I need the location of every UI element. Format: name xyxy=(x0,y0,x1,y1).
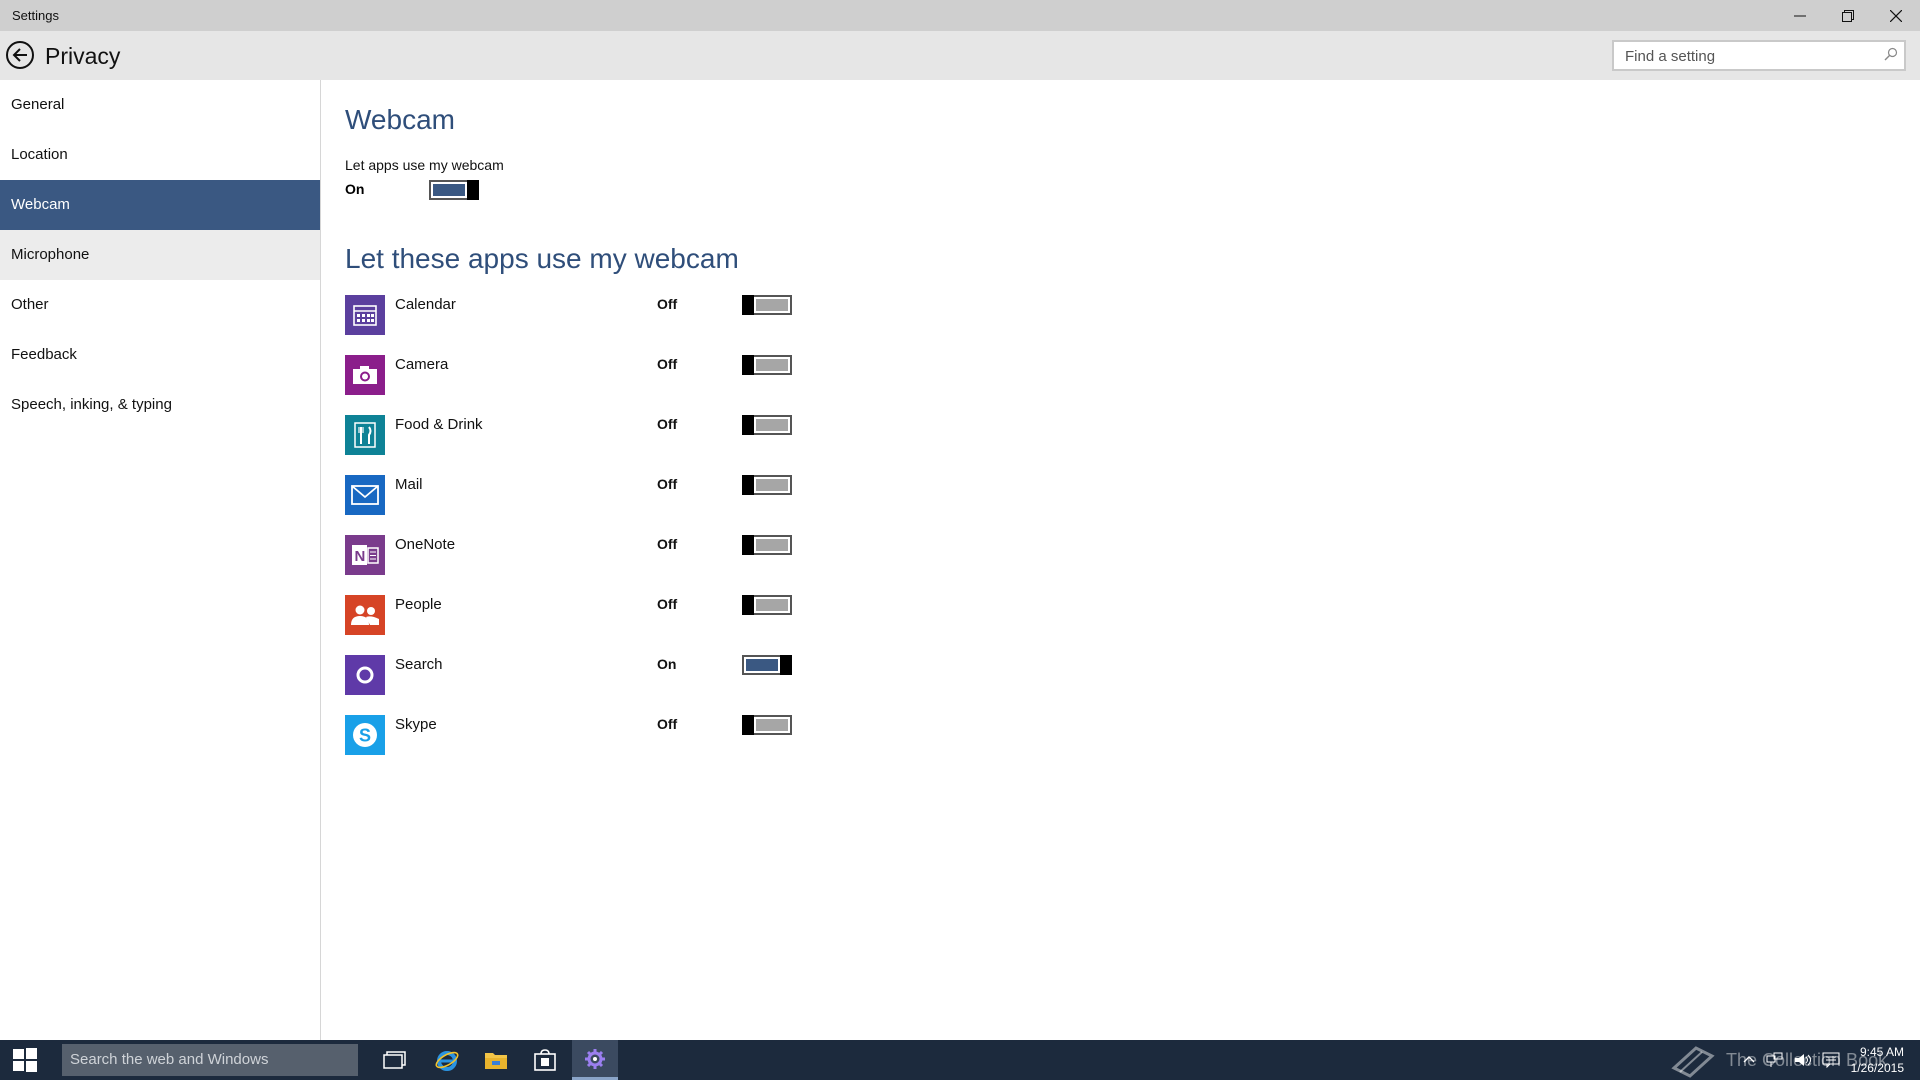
app-name: Calendar xyxy=(395,296,456,313)
svg-text:N: N xyxy=(355,548,366,565)
master-webcam-toggle[interactable] xyxy=(429,180,479,200)
app-name: Camera xyxy=(395,356,449,373)
minimize-button[interactable] xyxy=(1776,0,1824,31)
app-row-skype: S Skype Off xyxy=(345,715,805,759)
onenote-icon: N xyxy=(345,535,385,575)
skype-icon: S xyxy=(345,715,385,755)
master-toggle-label: Let apps use my webcam xyxy=(345,157,504,173)
app-row-search: Search On xyxy=(345,655,805,699)
start-button[interactable] xyxy=(0,1040,50,1080)
app-state: Off xyxy=(657,476,678,492)
settings-taskbar-button[interactable] xyxy=(572,1040,618,1080)
app-state: Off xyxy=(657,716,678,732)
app-row-camera: Camera Off xyxy=(345,355,805,399)
taskbar: Search the web and Windows 9:45 AM 1/26/… xyxy=(0,1040,1920,1080)
app-state: Off xyxy=(657,416,678,432)
book-logo-icon xyxy=(1671,1046,1715,1078)
file-explorer-button[interactable] xyxy=(473,1040,519,1080)
windows-logo-icon xyxy=(13,1048,37,1072)
minimize-icon xyxy=(1794,15,1806,16)
skype-toggle[interactable] xyxy=(742,715,792,735)
sidebar-item-speech-inking-typing[interactable]: Speech, inking, & typing xyxy=(0,380,320,430)
internet-explorer-icon xyxy=(435,1051,459,1071)
food-drink-toggle[interactable] xyxy=(742,415,792,435)
food-drink-icon xyxy=(345,415,385,455)
app-state: Off xyxy=(657,596,678,612)
app-row-calendar: Calendar Off xyxy=(345,295,805,339)
section-heading-webcam: Webcam xyxy=(345,104,455,135)
restore-button[interactable] xyxy=(1824,0,1872,31)
store-button[interactable] xyxy=(522,1040,568,1080)
task-view-icon xyxy=(383,1051,406,1069)
header: Privacy xyxy=(0,31,1920,80)
sidebar-item-other[interactable]: Other xyxy=(0,280,320,330)
svg-text:S: S xyxy=(359,726,371,746)
onenote-toggle[interactable] xyxy=(742,535,792,555)
folder-icon xyxy=(485,1053,507,1069)
camera-toggle[interactable] xyxy=(742,355,792,375)
master-toggle-state: On xyxy=(345,181,365,197)
app-name: Search xyxy=(395,656,443,673)
search-toggle[interactable] xyxy=(742,655,792,675)
app-name: Mail xyxy=(395,476,423,493)
app-state: On xyxy=(657,656,677,672)
camera-icon xyxy=(345,355,385,395)
sidebar-item-location[interactable]: Location xyxy=(0,130,320,180)
app-row-people: People Off xyxy=(345,595,805,639)
cortana-icon xyxy=(345,655,385,695)
app-name: People xyxy=(395,596,442,613)
page-title: Privacy xyxy=(45,43,121,69)
store-icon xyxy=(534,1049,556,1071)
close-button[interactable] xyxy=(1872,0,1920,31)
app-name: OneNote xyxy=(395,536,456,553)
app-state: Off xyxy=(657,296,678,312)
mail-icon xyxy=(345,475,385,515)
back-arrow-icon xyxy=(12,48,27,62)
app-row-mail: Mail Off xyxy=(345,475,805,519)
close-icon xyxy=(1890,9,1902,22)
app-row-onenote: N OneNote Off xyxy=(345,535,805,579)
window-title: Settings xyxy=(12,8,59,23)
app-state: Off xyxy=(657,356,678,372)
app-row-food-drink: Food & Drink Off xyxy=(345,415,805,459)
gear-icon xyxy=(585,1048,605,1069)
task-view-button[interactable] xyxy=(372,1040,418,1080)
mail-toggle[interactable] xyxy=(742,475,792,495)
sidebar-item-feedback[interactable]: Feedback xyxy=(0,330,320,380)
title-bar: Settings xyxy=(0,0,1920,31)
app-name: Skype xyxy=(395,716,437,733)
sidebar-item-general[interactable]: General xyxy=(0,80,320,130)
calendar-toggle[interactable] xyxy=(742,295,792,315)
sidebar: General Location Webcam Microphone Other… xyxy=(0,80,321,1040)
find-setting-input[interactable] xyxy=(1623,42,1877,70)
app-name: Food & Drink xyxy=(395,416,483,433)
section-heading-apps: Let these apps use my webcam xyxy=(345,243,739,274)
restore-icon xyxy=(1842,9,1854,22)
search-icon[interactable] xyxy=(1884,47,1898,61)
back-button[interactable] xyxy=(6,41,34,69)
people-toggle[interactable] xyxy=(742,595,792,615)
internet-explorer-button[interactable] xyxy=(424,1040,470,1080)
find-setting-box[interactable] xyxy=(1612,40,1906,71)
watermark: The Collection Book xyxy=(1670,1040,1887,1080)
taskbar-search-box[interactable]: Search the web and Windows xyxy=(62,1044,358,1076)
calendar-icon xyxy=(345,295,385,335)
app-state: Off xyxy=(657,536,678,552)
sidebar-item-microphone[interactable]: Microphone xyxy=(0,230,320,280)
sidebar-item-webcam[interactable]: Webcam xyxy=(0,180,320,230)
people-icon xyxy=(345,595,385,635)
watermark-text: The Collection Book xyxy=(1726,1049,1888,1070)
